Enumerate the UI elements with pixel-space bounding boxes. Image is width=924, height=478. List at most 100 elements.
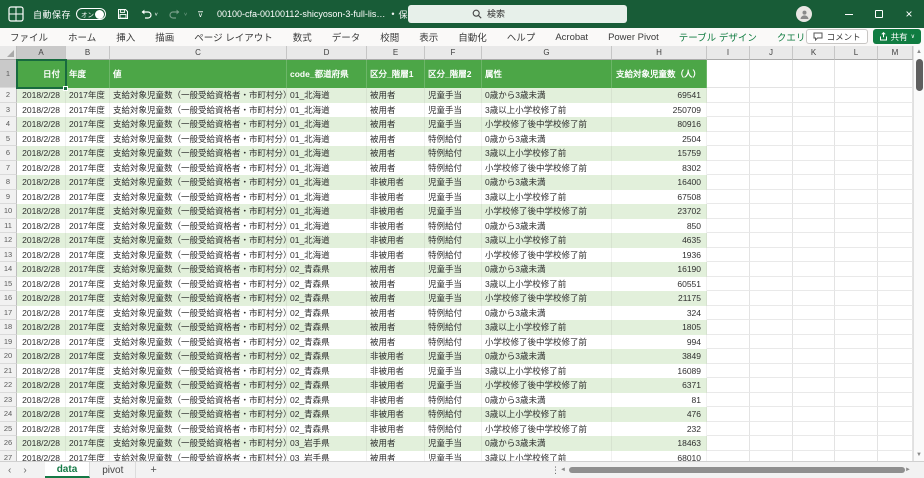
empty-cell[interactable] <box>835 189 878 204</box>
empty-cell[interactable] <box>835 407 878 422</box>
cell[interactable]: 3歳以上小学校修了前 <box>482 407 612 422</box>
empty-cell[interactable] <box>793 102 835 117</box>
empty-cell[interactable] <box>707 247 750 262</box>
cell[interactable]: 2017年度 <box>66 204 110 219</box>
cell[interactable]: 支給対象児童数（一般受給資格者・市町村分） <box>110 349 287 364</box>
cell[interactable]: 小学校修了後中学校修了前 <box>482 334 612 349</box>
cell[interactable]: 3849 <box>612 349 707 364</box>
cell[interactable]: 2017年度 <box>66 218 110 233</box>
cell[interactable]: 児童手当 <box>425 291 482 306</box>
cell[interactable]: 0歳から3歳未満 <box>482 175 612 190</box>
empty-cell[interactable] <box>750 233 793 248</box>
cell[interactable]: 2018/2/28 <box>17 218 66 233</box>
cell[interactable]: 児童手当 <box>425 450 482 461</box>
cell[interactable]: 02_青森県 <box>287 349 367 364</box>
cell[interactable]: 支給対象児童数（一般受給資格者・市町村分） <box>110 450 287 461</box>
row-header-15[interactable]: 15 <box>0 276 17 291</box>
empty-cell[interactable] <box>878 175 913 190</box>
cell[interactable]: 3歳以上小学校修了前 <box>482 233 612 248</box>
empty-cell[interactable] <box>878 88 913 103</box>
cell[interactable]: 2017年度 <box>66 102 110 117</box>
cell[interactable]: 0歳から3歳未満 <box>482 305 612 320</box>
cell[interactable]: 支給対象児童数（一般受給資格者・市町村分） <box>110 88 287 103</box>
empty-cell[interactable] <box>707 407 750 422</box>
cell[interactable]: 01_北海道 <box>287 189 367 204</box>
cell[interactable]: 特例給付 <box>425 320 482 335</box>
empty-cell[interactable] <box>878 421 913 436</box>
empty-cell[interactable] <box>835 436 878 451</box>
empty-cell[interactable] <box>835 291 878 306</box>
cell[interactable]: 02_青森県 <box>287 291 367 306</box>
cell[interactable]: 特例給付 <box>425 407 482 422</box>
empty-cell[interactable] <box>878 320 913 335</box>
cell[interactable]: 非被用者 <box>367 233 425 248</box>
empty-cell[interactable] <box>793 218 835 233</box>
empty-cell[interactable] <box>750 363 793 378</box>
cell[interactable]: 1805 <box>612 320 707 335</box>
cell[interactable]: 2017年度 <box>66 262 110 277</box>
cell[interactable]: 0歳から3歳未満 <box>482 218 612 233</box>
empty-cell[interactable] <box>878 334 913 349</box>
empty-cell[interactable] <box>793 378 835 393</box>
empty-cell[interactable] <box>835 421 878 436</box>
empty-cell[interactable] <box>750 88 793 103</box>
empty-cell[interactable] <box>750 218 793 233</box>
empty-cell[interactable] <box>793 160 835 175</box>
cell[interactable]: 01_北海道 <box>287 247 367 262</box>
cell[interactable]: 01_北海道 <box>287 146 367 161</box>
empty-cell[interactable] <box>835 262 878 277</box>
empty-cell[interactable] <box>707 218 750 233</box>
row-header-23[interactable]: 23 <box>0 392 17 407</box>
empty-cell[interactable] <box>750 160 793 175</box>
table-header-cell-0[interactable]: 日付 <box>17 60 66 88</box>
cell[interactable]: 小学校修了後中学校修了前 <box>482 378 612 393</box>
empty-cell[interactable] <box>835 88 878 103</box>
empty-cell[interactable] <box>750 175 793 190</box>
row-header-27[interactable]: 27 <box>0 450 17 461</box>
cell[interactable]: 01_北海道 <box>287 204 367 219</box>
cell[interactable]: 非被用者 <box>367 392 425 407</box>
empty-cell[interactable] <box>750 305 793 320</box>
cell[interactable]: 被用者 <box>367 88 425 103</box>
cell[interactable]: 非被用者 <box>367 175 425 190</box>
cell[interactable]: 児童手当 <box>425 102 482 117</box>
cell[interactable]: 小学校修了後中学校修了前 <box>482 421 612 436</box>
cell[interactable]: 特例給付 <box>425 334 482 349</box>
cell[interactable]: 3歳以上小学校修了前 <box>482 320 612 335</box>
cell[interactable]: 特例給付 <box>425 305 482 320</box>
cell[interactable]: 2018/2/28 <box>17 175 66 190</box>
empty-cell[interactable] <box>835 218 878 233</box>
row-header-5[interactable]: 5 <box>0 131 17 146</box>
cell[interactable]: 支給対象児童数（一般受給資格者・市町村分） <box>110 175 287 190</box>
cell[interactable]: 被用者 <box>367 436 425 451</box>
empty-cell[interactable] <box>878 305 913 320</box>
empty-cell[interactable] <box>835 378 878 393</box>
row-header-20[interactable]: 20 <box>0 349 17 364</box>
column-header-M[interactable]: M <box>878 46 913 60</box>
empty-cell[interactable] <box>878 117 913 132</box>
cell[interactable]: 児童手当 <box>425 436 482 451</box>
ribbon-tab-自動化[interactable]: 自動化 <box>458 30 487 44</box>
empty-cell[interactable] <box>707 305 750 320</box>
sheet-nav-next-icon[interactable]: › <box>23 465 26 476</box>
table-header-cell-1[interactable]: 年度 <box>66 60 110 88</box>
empty-cell[interactable] <box>835 363 878 378</box>
row-header-16[interactable]: 16 <box>0 291 17 306</box>
row-header-7[interactable]: 7 <box>0 160 17 175</box>
cell[interactable]: 02_青森県 <box>287 421 367 436</box>
cell[interactable]: 2017年度 <box>66 247 110 262</box>
column-header-C[interactable]: C <box>110 46 287 60</box>
cell[interactable]: 支給対象児童数（一般受給資格者・市町村分） <box>110 320 287 335</box>
ribbon-tab-ページ レイアウト[interactable]: ページ レイアウト <box>194 30 272 44</box>
cell[interactable]: 0歳から3歳未満 <box>482 392 612 407</box>
comments-button[interactable]: コメント <box>805 29 868 44</box>
cell[interactable]: 2017年度 <box>66 291 110 306</box>
table-header-cell-4[interactable]: 区分_階層1 <box>367 60 425 88</box>
cell[interactable]: 3歳以上小学校修了前 <box>482 450 612 461</box>
empty-cell[interactable] <box>793 146 835 161</box>
cell[interactable]: 16190 <box>612 262 707 277</box>
empty-cell[interactable] <box>707 233 750 248</box>
cell[interactable]: 2504 <box>612 131 707 146</box>
row-header-19[interactable]: 19 <box>0 334 17 349</box>
cell[interactable]: 3歳以上小学校修了前 <box>482 146 612 161</box>
